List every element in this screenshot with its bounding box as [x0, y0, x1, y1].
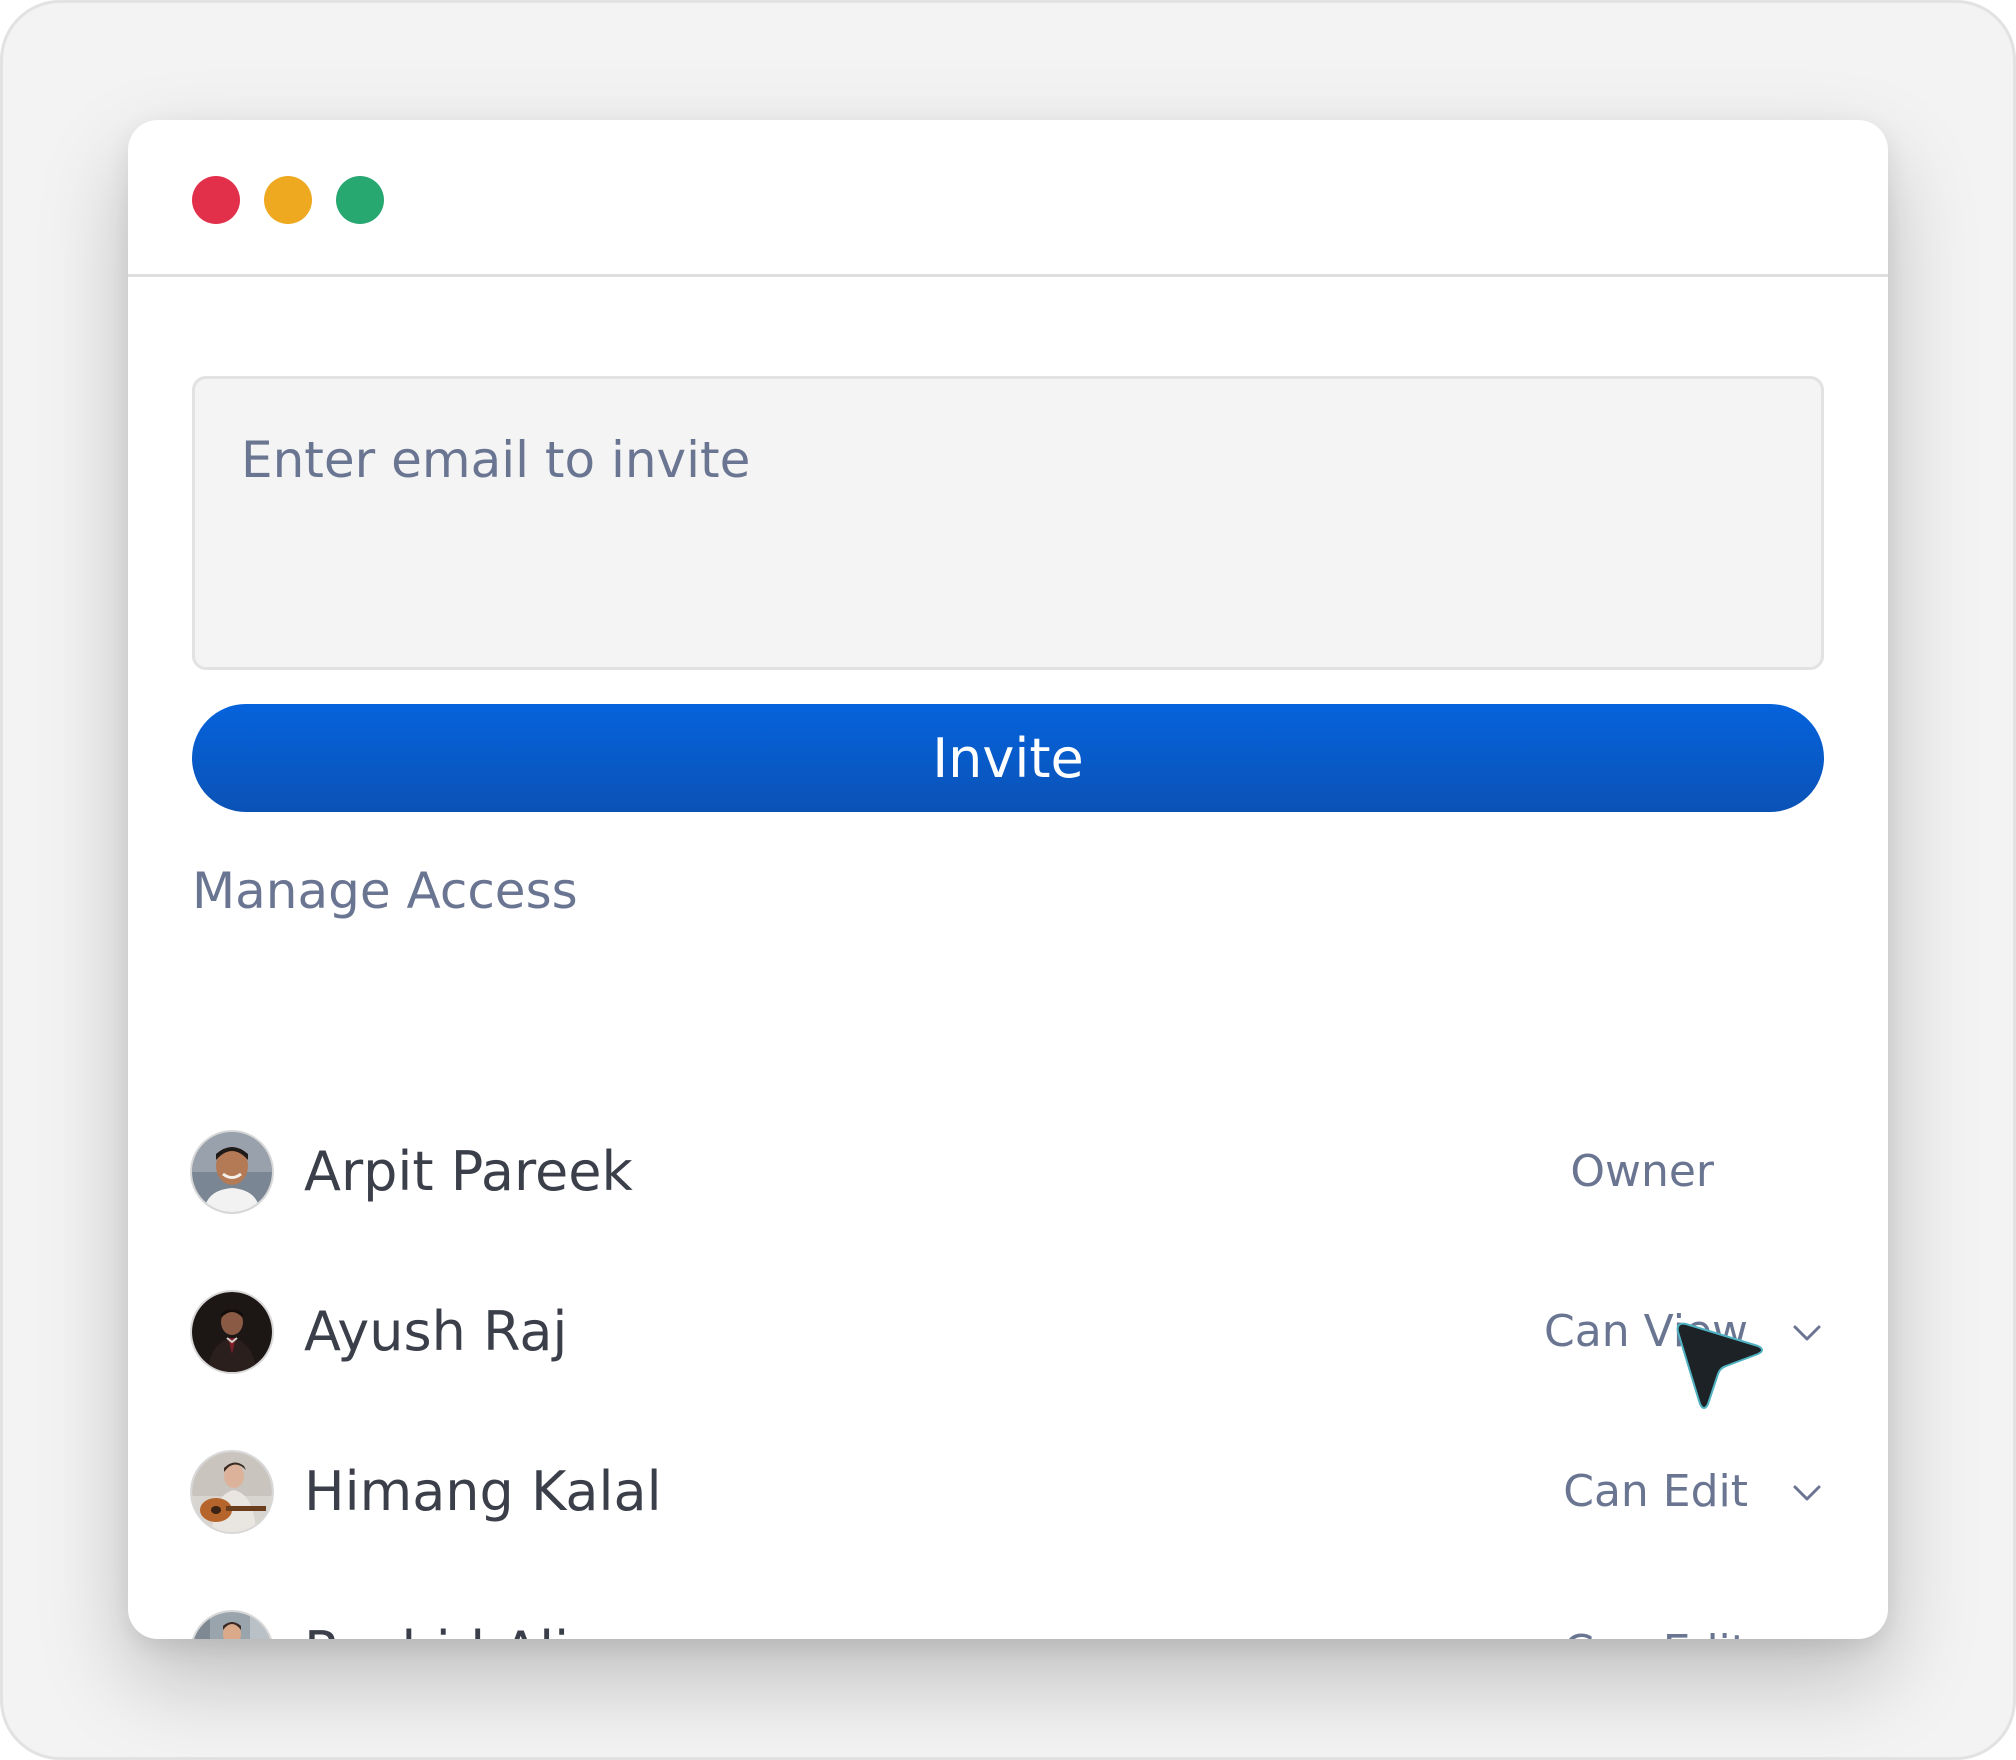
- member-name: Rashid Ali: [304, 1614, 569, 1639]
- window-titlebar: [128, 120, 1888, 277]
- role-dropdown[interactable]: Can Edit: [1554, 1452, 1824, 1532]
- member-name: Ayush Raj: [304, 1300, 568, 1363]
- member-role-owner: Owner: [1570, 1146, 1714, 1197]
- invite-button[interactable]: Invite: [192, 704, 1824, 812]
- member-row-himang-kalal: Himang Kalal Can Edit: [192, 1452, 1824, 1532]
- backdrop: Invite Manage Access Arpit Pareek Owner: [0, 0, 2016, 1760]
- member-row-rashid-ali: Rashid Ali Can Edit: [192, 1612, 1824, 1639]
- role-dropdown[interactable]: Can Edit: [1554, 1612, 1824, 1639]
- member-row-arpit-pareek: Arpit Pareek Owner: [192, 1132, 1824, 1212]
- close-window-button[interactable]: [192, 176, 240, 224]
- role-dropdown-value: Can Edit: [1563, 1466, 1748, 1517]
- avatar: [192, 1132, 272, 1212]
- email-invite-input[interactable]: [241, 431, 1775, 615]
- maximize-window-button[interactable]: [336, 176, 384, 224]
- minimize-window-button[interactable]: [264, 176, 312, 224]
- member-row-ayush-raj: Ayush Raj Can View: [192, 1292, 1824, 1372]
- member-name: Himang Kalal: [304, 1460, 662, 1523]
- member-name: Arpit Pareek: [304, 1140, 633, 1203]
- avatar: [192, 1452, 272, 1532]
- chevron-down-icon: [1792, 1478, 1822, 1508]
- email-input-container: [192, 376, 1824, 670]
- manage-access-heading: Manage Access: [192, 862, 578, 920]
- avatar: [192, 1612, 272, 1639]
- chevron-down-icon: [1792, 1318, 1822, 1348]
- share-dialog-window: Invite Manage Access Arpit Pareek Owner: [128, 120, 1888, 1639]
- avatar: [192, 1292, 272, 1372]
- chevron-down-icon: [1792, 1638, 1822, 1639]
- role-dropdown-value: Can View: [1544, 1306, 1748, 1357]
- role-dropdown[interactable]: Can View: [1544, 1292, 1824, 1372]
- role-dropdown-value: Can Edit: [1563, 1620, 1748, 1639]
